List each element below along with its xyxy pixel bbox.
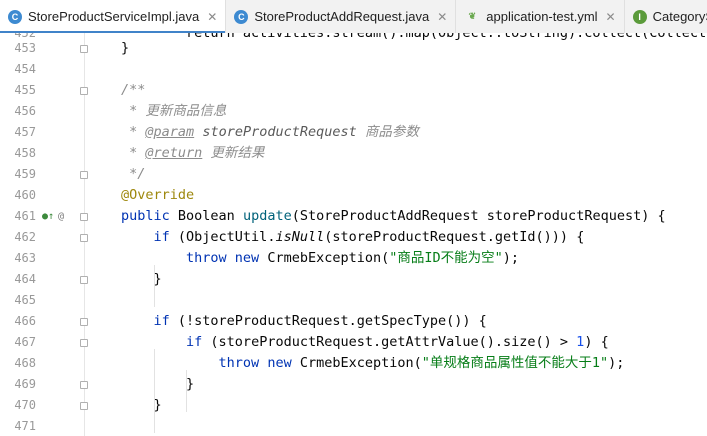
code-line: 470 } [0,395,707,416]
class-icon: C [8,9,22,24]
code-text: } [121,271,162,287]
tab-label: StoreProductServiceImpl.java [28,9,200,24]
tab-label: application-test.yml [486,9,598,24]
code-line: 462 if (ObjectUtil.isNull(storeProductRe… [0,227,707,248]
line-number: 454 [14,62,36,76]
line-number: 462 [14,230,36,244]
close-icon[interactable]: ✕ [606,10,616,24]
line-number: 456 [14,104,36,118]
code-text: * @return 更新结果 [121,145,265,161]
line-number: 460 [14,188,36,202]
code-text: * 更新商品信息 [121,103,227,119]
line-number: 468 [14,356,36,370]
fold-icon[interactable] [80,171,88,179]
line-number: 457 [14,125,36,139]
fold-icon[interactable] [80,402,88,410]
code-text: if (!storeProductRequest.getSpecType()) … [153,313,487,329]
fold-icon[interactable] [80,276,88,284]
code-line: 471 [0,416,707,436]
line-number: 464 [14,272,36,286]
tab-category-service[interactable]: I CategorySer [625,0,707,33]
code-line: 453 } [0,38,707,59]
interface-icon: I [632,9,647,24]
code-text: /** [121,82,146,98]
code-text: } [121,376,195,392]
tab-label: StoreProductAddRequest.java [254,9,430,24]
tab-store-product-add-request[interactable]: C StoreProductAddRequest.java ✕ [226,0,457,33]
code-line: 457 * @param storeProductRequest 商品参数 [0,122,707,143]
fold-icon[interactable] [80,45,88,53]
fold-icon[interactable] [80,87,88,95]
code-line: 458 * @return 更新结果 [0,143,707,164]
code-text: * @param storeProductRequest 商品参数 [121,124,419,140]
code-line: 460 @Override [0,185,707,206]
code-line: 467 if (storeProductRequest.getAttrValue… [0,332,707,353]
line-number: 467 [14,335,36,349]
code-line: 468 throw new CrmebException("单规格商品属性值不能… [0,353,707,374]
line-number: 453 [14,41,36,55]
code-text: @Override [121,187,195,203]
code-text: } [121,397,162,413]
annotation-icon[interactable]: @ [58,206,64,227]
code-text: throw new CrmebException("单规格商品属性值不能大于1"… [218,355,625,371]
line-number: 465 [14,293,36,307]
fold-icon[interactable] [80,234,88,242]
tab-store-product-service-impl[interactable]: C StoreProductServiceImpl.java ✕ [0,0,227,33]
code-line: 463 throw new CrmebException("商品ID不能为空")… [0,248,707,269]
line-number: 463 [14,251,36,265]
code-line: 459 */ [0,164,707,185]
line-number: 469 [14,377,36,391]
editor-tab-bar: C StoreProductServiceImpl.java ✕ C Store… [0,0,707,34]
line-number: 459 [14,167,36,181]
code-line: 455 /** [0,80,707,101]
code-line: 461 ●↑ @ public Boolean update(StoreProd… [0,206,707,227]
code-editor[interactable]: 452 return activities.stream().map(Objec… [0,33,707,436]
code-text: if (storeProductRequest.getAttrValue().s… [186,334,609,350]
line-number: 461 [14,209,36,223]
class-icon: C [234,9,249,24]
code-text: if (ObjectUtil.isNull(storeProductReques… [153,229,585,245]
tab-application-test-yml[interactable]: ❦ application-test.yml ✕ [456,0,625,33]
line-number: 470 [14,398,36,412]
override-method-icon[interactable]: ●↑ [42,206,54,227]
line-number: 466 [14,314,36,328]
code-text: */ [121,166,146,182]
code-text: } [121,40,130,56]
code-line: 454 [0,59,707,80]
fold-icon[interactable] [80,381,88,389]
line-number: 458 [14,146,36,160]
close-icon[interactable]: ✕ [207,10,217,24]
code-line: 464 } [0,269,707,290]
code-line: 456 * 更新商品信息 [0,101,707,122]
line-number: 455 [14,83,36,97]
code-text: throw new CrmebException("商品ID不能为空"); [186,250,520,266]
code-line: 469 } [0,374,707,395]
line-number: 471 [14,419,36,433]
fold-icon[interactable] [80,318,88,326]
code-text: public Boolean update(StoreProductAddReq… [121,208,666,224]
fold-icon[interactable] [80,213,88,221]
close-icon[interactable]: ✕ [437,10,447,24]
yml-icon: ❦ [468,11,477,21]
code-line: 465 [0,290,707,311]
code-line: 466 if (!storeProductRequest.getSpecType… [0,311,707,332]
fold-icon[interactable] [80,339,88,347]
tab-label: CategorySer [652,9,707,24]
